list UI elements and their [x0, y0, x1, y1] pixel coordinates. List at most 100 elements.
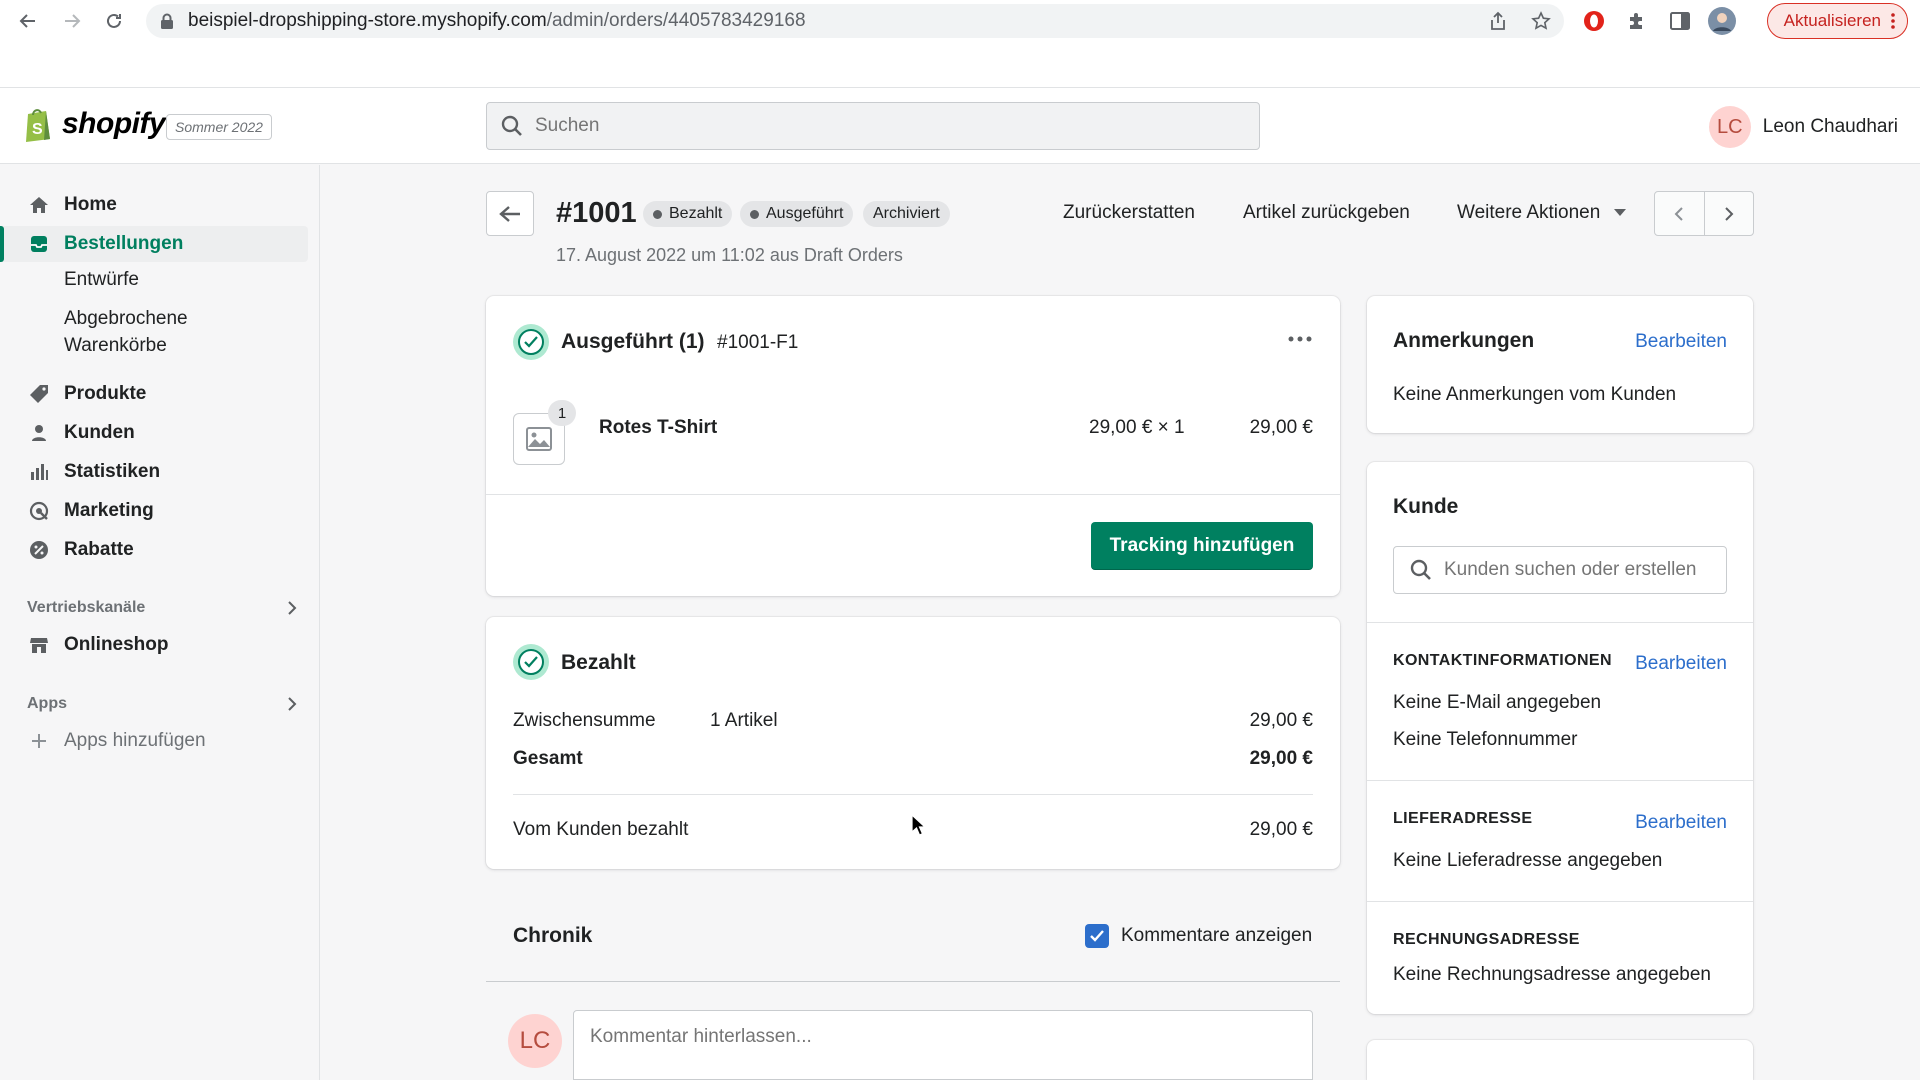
timeline-title: Chronik: [513, 924, 593, 947]
no-billing-text: Keine Rechnungsadresse angegeben: [1393, 964, 1711, 985]
logo-wordmark: shopify: [62, 107, 166, 140]
sidebar-item-online-store[interactable]: Onlineshop: [0, 627, 308, 663]
add-tracking-button[interactable]: Tracking hinzufügen: [1091, 522, 1313, 570]
edit-notes-link[interactable]: Bearbeiten: [1635, 331, 1727, 353]
timeline-divider: [486, 981, 1340, 982]
share-icon[interactable]: [1484, 7, 1512, 35]
badge-dot: [750, 209, 759, 219]
sidebar-subitem-abandoned-carts[interactable]: Abgebrochene Warenkörbe: [64, 305, 188, 359]
browser-spacer: [0, 42, 1920, 88]
edit-contact-link[interactable]: Bearbeiten: [1635, 653, 1727, 675]
badge-dot: [653, 209, 662, 219]
more-horizontal-icon[interactable]: [1288, 336, 1312, 342]
tag-icon: [28, 383, 50, 405]
paid-by-customer-value: 29,00 €: [1249, 819, 1313, 840]
search-icon: [1410, 559, 1432, 581]
sidebar-item-add-apps[interactable]: Apps hinzufügen: [0, 723, 308, 759]
sidebar-item-marketing[interactable]: Marketing: [0, 493, 308, 529]
sidebar-section-sales-channels[interactable]: Vertriebskanäle: [27, 599, 297, 617]
subtotal-items: 1 Artikel: [710, 710, 778, 731]
browser-reload-icon[interactable]: [100, 7, 128, 35]
paid-check-icon: [513, 644, 549, 680]
sidebar-item-orders[interactable]: Bestellungen: [0, 226, 308, 262]
status-badge-archived: Archiviert: [863, 201, 950, 227]
badge-label: Ausgeführt: [766, 205, 844, 222]
quantity-badge: 1: [548, 400, 576, 426]
back-button[interactable]: [486, 191, 534, 236]
badge-label: Bezahlt: [669, 205, 723, 222]
chevron-right-icon: [1724, 206, 1734, 222]
sidebar-item-label: Statistiken: [64, 461, 161, 482]
sidebar-nav: Home Bestellungen Entwürfe Abgebrochene …: [0, 165, 320, 1080]
card-divider: [486, 494, 1340, 495]
section-label: Vertriebskanäle: [27, 599, 146, 616]
status-badge-fulfilled: Ausgeführt: [740, 201, 854, 227]
orders-icon: [28, 233, 50, 255]
refund-button[interactable]: Zurückerstatten: [1063, 202, 1195, 224]
opera-extension-icon[interactable]: [1580, 7, 1608, 35]
address-bar[interactable]: beispiel-dropshipping-store.myshopify.co…: [146, 4, 1564, 38]
sidebar-subitem-drafts[interactable]: Entwürfe: [64, 266, 139, 293]
unit-price: 29,00 € × 1: [1089, 417, 1185, 438]
customer-search[interactable]: [1393, 546, 1727, 594]
side-panel-icon[interactable]: [1666, 7, 1694, 35]
home-icon: [28, 194, 50, 216]
shopify-logo[interactable]: S shopify: [22, 106, 166, 142]
chevron-left-icon: [1674, 206, 1684, 222]
next-order-button[interactable]: [1703, 192, 1753, 235]
browser-back-icon[interactable]: [14, 7, 42, 35]
url-path: /admin/orders/4405783429168: [546, 10, 806, 31]
sidebar-item-label: Apps hinzufügen: [64, 730, 206, 751]
sidebar-item-products[interactable]: Produkte: [0, 376, 308, 412]
user-menu[interactable]: LC Leon Chaudhari: [1708, 106, 1898, 148]
billing-address-heading: RECHNUNGSADRESSE: [1393, 931, 1580, 948]
extensions-puzzle-icon[interactable]: [1623, 7, 1651, 35]
bookmark-star-icon[interactable]: [1527, 7, 1555, 35]
search-input[interactable]: [535, 115, 1135, 137]
total-label: Gesamt: [513, 748, 583, 769]
edition-badge: Sommer 2022: [166, 114, 272, 140]
shipping-address-heading: LIEFERADRESSE: [1393, 810, 1533, 827]
no-email-text: Keine E-Mail angegeben: [1393, 692, 1602, 713]
fulfilled-check-icon: [513, 324, 549, 360]
payment-title: Bezahlt: [561, 651, 636, 674]
order-pager: [1654, 191, 1754, 236]
chevron-right-icon: [287, 600, 297, 616]
browser-update-button[interactable]: Aktualisieren: [1766, 3, 1908, 39]
edit-shipping-link[interactable]: Bearbeiten: [1635, 812, 1727, 834]
next-card-partial: [1367, 1040, 1753, 1080]
previous-order-button[interactable]: [1655, 192, 1704, 235]
show-comments-checkbox[interactable]: [1085, 924, 1109, 948]
sidebar-item-customers[interactable]: Kunden: [0, 415, 308, 451]
sidebar-item-label: Home: [64, 194, 117, 215]
subtotal-value: 29,00 €: [1249, 710, 1313, 731]
search-icon: [501, 115, 523, 137]
return-items-button[interactable]: Artikel zurückgeben: [1243, 202, 1410, 224]
sidebar-section-apps[interactable]: Apps: [27, 695, 297, 713]
abandoned-line-2: Warenkörbe: [64, 335, 167, 356]
person-icon: [28, 422, 50, 444]
paid-by-customer-label: Vom Kunden bezahlt: [513, 819, 689, 840]
page-title: #1001: [556, 197, 637, 229]
badge-label: Archiviert: [873, 205, 940, 222]
sidebar-item-analytics[interactable]: Statistiken: [0, 454, 308, 490]
profile-picture-icon[interactable]: [1708, 7, 1736, 35]
notes-card: Anmerkungen Bearbeiten Keine Anmerkungen…: [1367, 296, 1753, 433]
sidebar-item-home[interactable]: Home: [0, 187, 308, 223]
fulfillment-title: Ausgeführt (1): [561, 330, 705, 353]
refund-label: Zurückerstatten: [1063, 202, 1195, 223]
more-actions-button[interactable]: Weitere Aktionen: [1457, 202, 1627, 224]
url-host: beispiel-dropshipping-store.myshopify.co…: [188, 10, 547, 31]
product-name-link[interactable]: Rotes T-Shirt: [599, 417, 717, 439]
global-search[interactable]: [486, 102, 1260, 150]
chevron-right-icon: [287, 696, 297, 712]
show-comments-label[interactable]: Kommentare anzeigen: [1121, 925, 1312, 947]
comment-avatar: LC: [508, 1014, 562, 1068]
customer-search-input[interactable]: [1444, 559, 1714, 581]
sidebar-item-discounts[interactable]: Rabatte: [0, 532, 308, 568]
comment-input[interactable]: [590, 1026, 1290, 1048]
user-name: Leon Chaudhari: [1762, 116, 1898, 137]
more-actions-label: Weitere Aktionen: [1457, 202, 1601, 223]
abandoned-line-1: Abgebrochene: [64, 308, 188, 329]
browser-forward-icon[interactable]: [58, 7, 86, 35]
